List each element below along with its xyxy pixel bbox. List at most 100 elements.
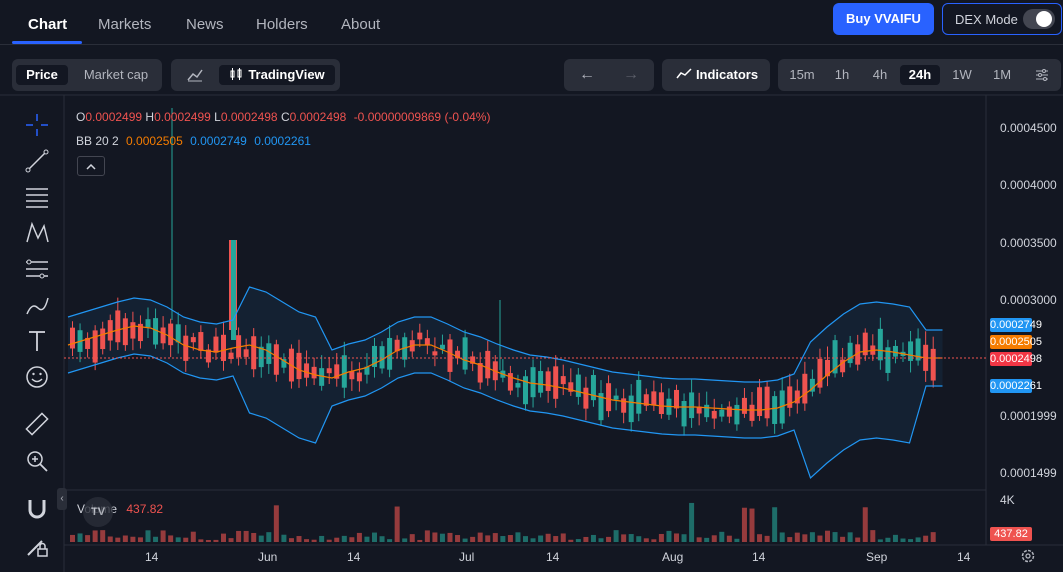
tab-news[interactable]: News xyxy=(186,16,224,33)
candles-icon xyxy=(230,68,242,80)
dex-mode-toggle-button[interactable]: DEX Mode xyxy=(942,3,1062,35)
market-cap-button[interactable]: Market cap xyxy=(74,65,158,85)
volume-bar xyxy=(711,535,717,542)
text-icon[interactable] xyxy=(24,328,50,354)
lock-pen-icon[interactable] xyxy=(24,533,50,559)
volume-bar xyxy=(538,535,544,542)
close-value: 0.0002498 xyxy=(289,110,347,124)
candle-body xyxy=(251,336,257,370)
candle-body xyxy=(273,344,279,375)
candle-body xyxy=(485,350,491,379)
candle-body xyxy=(326,368,332,374)
interval-4h[interactable]: 4h xyxy=(864,65,896,85)
dex-mode-switch[interactable] xyxy=(1023,9,1055,29)
chart-settings-gear[interactable] xyxy=(1020,548,1036,564)
zoom-in-icon[interactable] xyxy=(24,448,50,474)
volume-bar xyxy=(772,507,778,542)
volume-bar xyxy=(462,538,468,542)
volume-bar xyxy=(168,535,174,542)
candle-body xyxy=(92,330,98,363)
bb-upper-value: 0.0002749 xyxy=(190,134,247,148)
volume-bar xyxy=(409,534,415,542)
tab-chart[interactable]: Chart xyxy=(28,16,67,33)
candle-body xyxy=(734,404,740,425)
time-tick: 14 xyxy=(752,550,766,564)
tab-markets[interactable]: Markets xyxy=(98,16,151,33)
candle-body xyxy=(606,383,612,412)
volume-bar xyxy=(787,537,793,542)
candle-body xyxy=(794,390,800,404)
trend-line-icon[interactable] xyxy=(24,148,50,174)
collapse-legend-button[interactable] xyxy=(77,156,105,176)
candle-body xyxy=(523,376,528,405)
candle-body xyxy=(538,371,544,393)
time-tick: Aug xyxy=(662,550,684,564)
tab-about[interactable]: About xyxy=(341,16,380,33)
sliders-icon xyxy=(1036,69,1048,81)
volume-bar xyxy=(568,539,574,542)
open-value: 0.0002499 xyxy=(85,110,143,124)
volume-bar xyxy=(183,537,189,542)
volume-bar xyxy=(523,536,528,542)
ruler-icon[interactable] xyxy=(24,411,50,437)
tradingview-button[interactable]: TradingView xyxy=(219,65,335,85)
volume-bar xyxy=(802,534,808,542)
indicators-button[interactable]: Indicators xyxy=(670,65,764,85)
candle-body xyxy=(825,359,830,377)
volume-bar xyxy=(757,534,763,542)
volume-bar xyxy=(651,539,657,542)
collapse-toolbar-handle[interactable]: ‹ xyxy=(57,488,67,510)
interval-1m[interactable]: 1M xyxy=(984,65,1020,85)
volume-bar xyxy=(696,537,702,542)
volume-bar xyxy=(779,532,785,542)
measure-icon[interactable] xyxy=(24,256,50,282)
volume-bar xyxy=(847,532,853,542)
candle-body xyxy=(168,323,174,346)
interval-24h[interactable]: 24h xyxy=(900,65,940,85)
interval-15m[interactable]: 15m xyxy=(784,65,820,85)
bb-legend[interactable]: BB 20 2 0.0002505 0.0002749 0.0002261 xyxy=(76,134,311,148)
candle-body xyxy=(115,310,121,343)
candle-body xyxy=(183,335,189,361)
emoji-icon[interactable] xyxy=(24,364,50,390)
candle-body xyxy=(915,338,921,361)
volume-bar xyxy=(424,530,430,542)
volume-bar xyxy=(477,532,483,542)
redo-button[interactable]: → xyxy=(618,65,644,85)
fib-icon[interactable] xyxy=(24,184,50,210)
time-tick: 14 xyxy=(145,550,159,564)
line-chart-button[interactable] xyxy=(179,65,211,85)
volume-bar xyxy=(198,539,204,542)
volume-bar xyxy=(674,533,679,542)
candle-body xyxy=(704,404,710,418)
volume-tag: 437.82 xyxy=(990,527,1032,541)
buy-button[interactable]: Buy VVAIFU xyxy=(833,3,934,35)
volume-bar xyxy=(205,539,211,542)
volume-bar xyxy=(137,537,143,542)
candle-body xyxy=(757,387,763,417)
undo-button[interactable]: ← xyxy=(574,65,600,85)
chart-toolbar: Price Market cap TradingView ← → Indicat… xyxy=(0,57,1063,95)
candle-body xyxy=(447,339,453,372)
candle-body xyxy=(741,397,747,414)
candle-body xyxy=(930,348,936,381)
price-button[interactable]: Price xyxy=(16,65,68,85)
chart-settings-button[interactable] xyxy=(1030,65,1054,85)
volume-bar xyxy=(628,534,634,542)
volume-bar xyxy=(432,532,438,542)
volume-bar xyxy=(809,532,815,542)
candle-body xyxy=(832,340,838,374)
pattern-icon[interactable] xyxy=(24,220,50,246)
brush-icon[interactable] xyxy=(24,292,50,318)
volume-bar xyxy=(545,533,551,542)
volume-bar xyxy=(613,530,619,542)
magnet-icon[interactable] xyxy=(24,496,50,522)
tab-holders[interactable]: Holders xyxy=(256,16,308,33)
crosshair-icon[interactable] xyxy=(24,112,50,138)
volume-bar xyxy=(402,538,408,542)
close-label: C xyxy=(280,110,290,124)
candle-body xyxy=(719,409,725,417)
interval-1w[interactable]: 1W xyxy=(946,65,978,85)
candle-body xyxy=(817,358,823,388)
interval-1h[interactable]: 1h xyxy=(826,65,858,85)
